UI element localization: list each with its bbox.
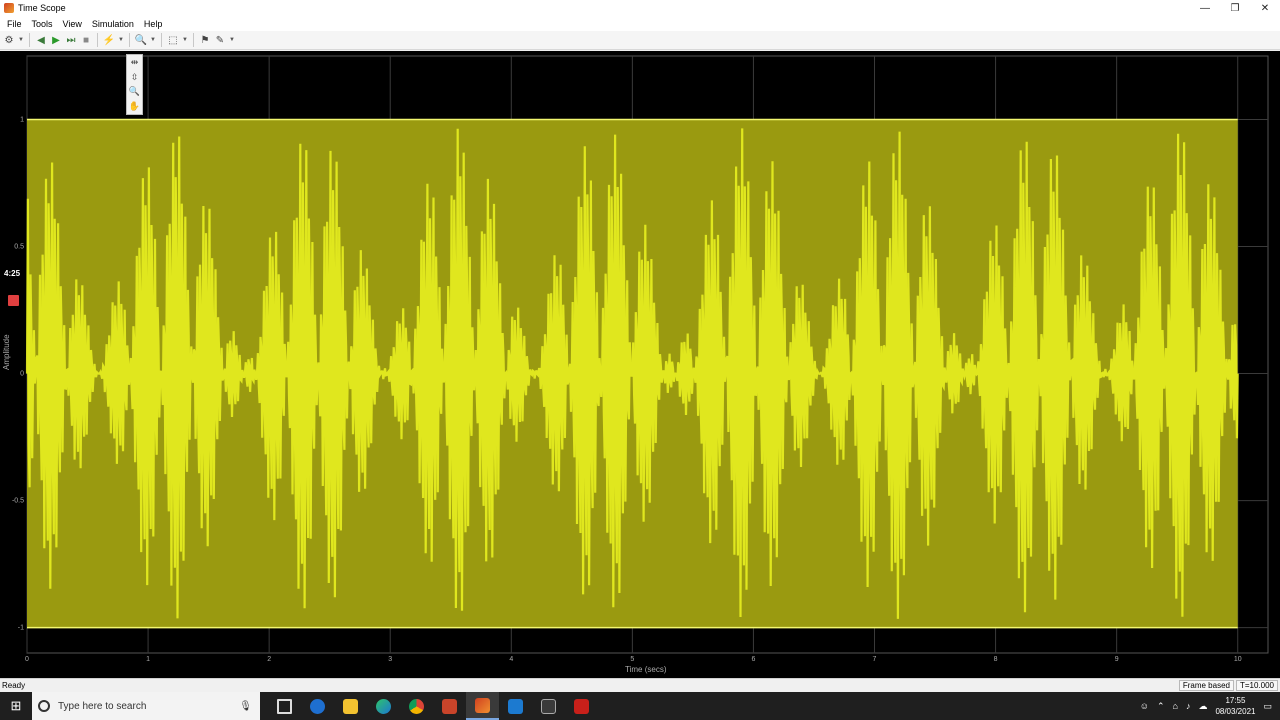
chevron-up-icon[interactable]: ⌃ [1157,701,1165,712]
x-tick-label: 3 [388,656,392,663]
y-tick-label: 1 [20,117,24,124]
zoom-y-icon[interactable]: ⇳ [131,72,139,83]
y-tick-label: 0.5 [14,244,24,251]
x-tick-label: 10 [1234,656,1242,663]
zoom-in-icon[interactable]: 🔍 [129,86,140,97]
y-tick-label: 0 [20,371,24,378]
x-tick-label: 5 [630,656,634,663]
status-text: Ready [2,681,26,690]
acrobat-icon[interactable] [565,692,598,720]
y-tick-label: -0.5 [12,498,24,505]
y-axis-label: Amplitude [2,334,11,370]
search-icon [38,700,50,712]
zoom-x-icon[interactable]: ⇹ [131,57,139,68]
clock-date: 08/03/2021 [1215,707,1256,716]
notifications-icon[interactable]: ▭ [1263,701,1272,712]
scope-plot[interactable]: 0 1 2 3 4 5 6 7 8 9 10 1 0.5 0 -0.5 -1 [0,0,1280,720]
x-tick-label: 0 [25,656,29,663]
people-icon[interactable]: ☺ [1140,701,1149,711]
clock[interactable]: 17:55 08/03/2021 [1215,695,1255,717]
edge-legacy-icon[interactable] [301,692,334,720]
pan-icon[interactable]: ✋ [129,101,140,112]
windows-start-icon[interactable]: ⊞ [0,692,32,720]
calculator-icon[interactable] [532,692,565,720]
volume-icon[interactable]: ♪ [1186,701,1191,711]
taskbar: ⊞ Type here to search 🎙 ☺ ⌃ ⌂ ♪ ☁ 17:55 … [0,692,1280,720]
x-tick-label: 9 [1115,656,1119,663]
x-tick-label: 7 [873,656,877,663]
x-tick-label: 6 [751,656,755,663]
chrome-icon[interactable] [400,692,433,720]
y-tick-label: -1 [18,625,24,632]
x-axis-label: Time (secs) [625,665,667,674]
x-tick-label: 4 [509,656,513,663]
matlab-taskbar-icon[interactable] [466,692,499,720]
network-icon[interactable]: ⌂ [1173,701,1178,711]
x-tick-label: 1 [146,656,150,663]
frame-mode-indicator: Frame based [1178,680,1234,691]
zoom-tools-menu: ⇹ ⇳ 🔍 ✋ [126,54,143,115]
taskbar-search[interactable]: Type here to search 🎙 [32,692,260,720]
clock-time: 17:55 [1225,696,1246,705]
recording-timer: 4:25 [4,269,21,278]
sim-time-indicator: T=10.000 [1235,680,1278,691]
x-tick-label: 8 [994,656,998,663]
system-tray: ☺ ⌃ ⌂ ♪ ☁ 17:55 08/03/2021 ▭ [1140,695,1280,717]
x-tick-label: 2 [267,656,271,663]
task-view-icon[interactable] [268,692,301,720]
powerpoint-icon[interactable] [433,692,466,720]
video-editor-icon[interactable] [499,692,532,720]
status-bar: Ready Frame based T=10.000 [0,678,1280,692]
file-explorer-icon[interactable] [334,692,367,720]
microphone-icon[interactable]: 🎙 [239,701,252,712]
search-placeholder: Type here to search [58,700,147,712]
record-stop-button[interactable] [8,295,19,306]
edge-icon[interactable] [367,692,400,720]
onedrive-icon[interactable]: ☁ [1198,701,1207,712]
